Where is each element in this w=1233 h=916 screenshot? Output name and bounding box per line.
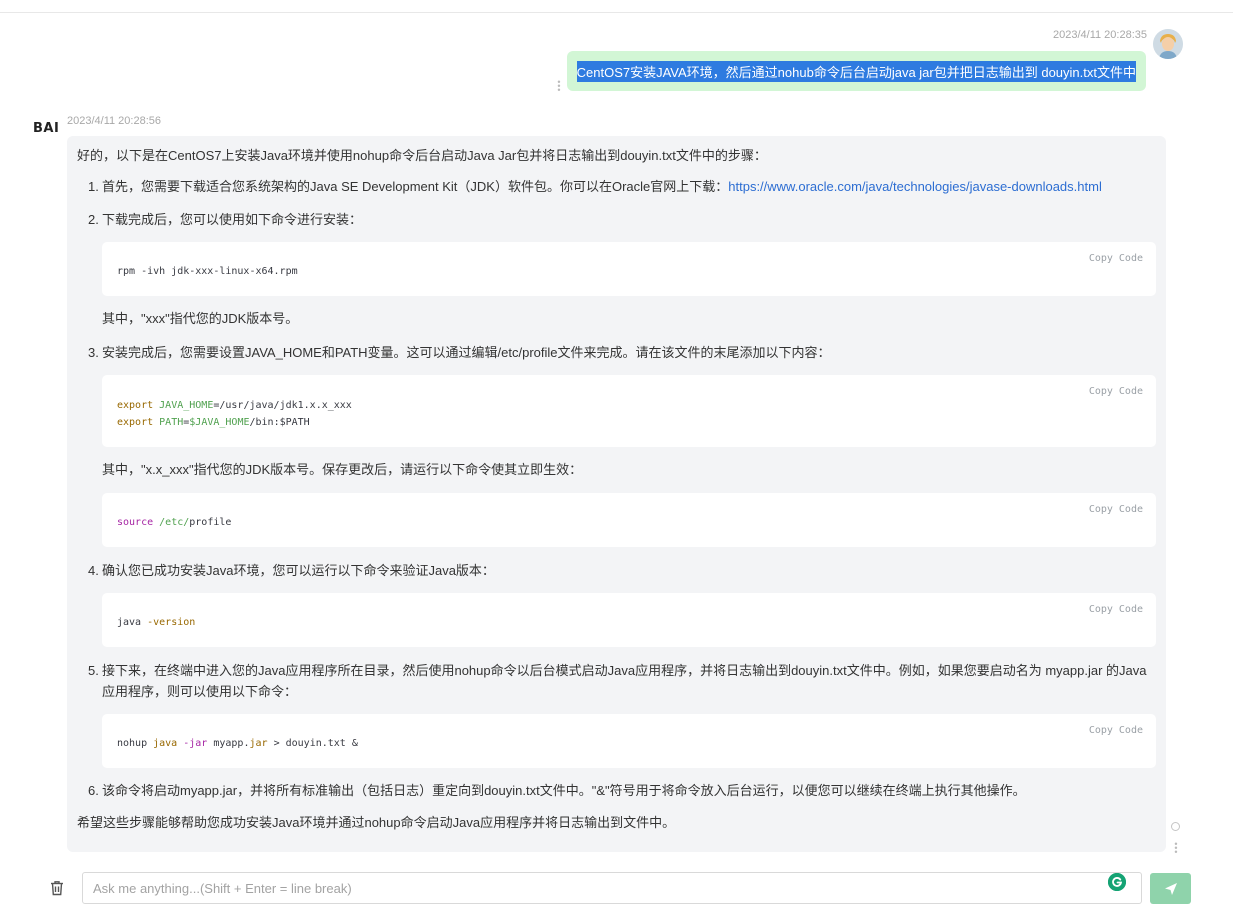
bot-message-time: 2023/4/11 20:28:56 [67, 115, 161, 127]
step-note: 其中，"x.x_xxx"指代您的JDK版本号。保存更改后，请运行以下命令使其立即… [102, 462, 583, 477]
grammarly-icon[interactable] [1108, 873, 1126, 891]
copy-code-button[interactable]: Copy Code [1089, 720, 1143, 741]
bot-message-bubble: 好的，以下是在CentOS7上安装Java环境并使用nohup命令后台启动Jav… [67, 136, 1166, 852]
oracle-download-link[interactable]: https://www.oracle.com/java/technologies… [728, 179, 1102, 194]
send-icon [1164, 882, 1177, 895]
step-text: 首先，您需要下载适合您系统架构的Java SE Development Kit（… [102, 179, 729, 194]
user-avatar-icon [1153, 29, 1183, 59]
code-line: java -version [117, 617, 196, 628]
top-divider [0, 12, 1233, 13]
user-message-more-icon[interactable]: • • • [556, 78, 562, 95]
step-text: 该命令将启动myapp.jar，并将所有标准输出（包括日志）重定向到douyin… [102, 783, 1026, 798]
chat-input-box [82, 872, 1142, 904]
step-3: 3. 安装完成后，您需要设置JAVA_HOME和PATH变量。这可以通过编辑/e… [77, 342, 1156, 547]
bot-logo: BAI [33, 121, 60, 136]
code-block: Copy Code source /etc/profile [102, 493, 1156, 547]
copy-code-button[interactable]: Copy Code [1089, 248, 1143, 269]
copy-code-button[interactable]: Copy Code [1089, 499, 1143, 520]
step-note: 其中，"xxx"指代您的JDK版本号。 [102, 311, 299, 326]
chat-input[interactable] [83, 873, 1103, 903]
code-block: Copy Code java -version [102, 593, 1156, 647]
user-message-bubble: CentOS7安装JAVA环境，然后通过nohub命令后台启动java jar包… [566, 51, 1146, 91]
send-button[interactable] [1150, 873, 1191, 904]
bot-intro-text: 好的，以下是在CentOS7上安装Java环境并使用nohup命令后台启动Jav… [77, 148, 767, 163]
code-block: Copy Code rpm -ivh jdk-xxx-linux-x64.rpm [102, 242, 1156, 296]
step-number: 3. [88, 345, 99, 360]
step-text: 接下来，在终端中进入您的Java应用程序所在目录，然后使用nohup命令以后台模… [102, 663, 1147, 699]
step-4: 4. 确认您已成功安装Java环境，您可以运行以下命令来验证Java版本： Co… [77, 560, 1156, 647]
step-number: 2. [88, 212, 99, 227]
code-block: Copy Code export JAVA_HOME=/usr/java/jdk… [102, 375, 1156, 447]
copy-code-button[interactable]: Copy Code [1089, 381, 1143, 402]
step-number: 1. [88, 179, 99, 194]
code-line: rpm -ivh jdk-xxx-linux-x64.rpm [117, 266, 298, 277]
step-text: 安装完成后，您需要设置JAVA_HOME和PATH变量。这可以通过编辑/etc/… [102, 345, 831, 360]
trash-icon[interactable] [48, 879, 66, 897]
step-number: 5. [88, 663, 99, 678]
step-2: 2. 下载完成后，您可以使用如下命令进行安装： Copy Code rpm -i… [77, 209, 1156, 329]
code-line: export PATH=$JAVA_HOME/bin:$PATH [117, 417, 310, 428]
copy-code-button[interactable]: Copy Code [1089, 599, 1143, 620]
code-line: export JAVA_HOME=/usr/java/jdk1.x.x_xxx [117, 400, 352, 411]
step-number: 6. [88, 783, 99, 798]
step-6: 6. 该命令将启动myapp.jar，并将所有标准输出（包括日志）重定向到dou… [77, 780, 1156, 801]
code-line: source /etc/profile [117, 517, 232, 528]
message-status-icon [1171, 822, 1180, 831]
step-number: 4. [88, 563, 99, 578]
steps-list: 1. 首先，您需要下载适合您系统架构的Java SE Development K… [77, 176, 1156, 801]
bot-ending-text: 希望这些步骤能够帮助您成功安装Java环境并通过nohup命令启动Java应用程… [77, 815, 676, 830]
user-message-text[interactable]: CentOS7安装JAVA环境，然后通过nohub命令后台启动java jar包… [576, 60, 1136, 82]
step-5: 5. 接下来，在终端中进入您的Java应用程序所在目录，然后使用nohup命令以… [77, 660, 1156, 768]
code-line: nohup java -jar myapp.jar > douyin.txt & [117, 738, 358, 749]
step-1: 1. 首先，您需要下载适合您系统架构的Java SE Development K… [77, 176, 1156, 197]
bot-message-more-icon[interactable]: • • • [1173, 840, 1179, 857]
step-text: 确认您已成功安装Java环境，您可以运行以下命令来验证Java版本： [102, 563, 495, 578]
code-block: Copy Code nohup java -jar myapp.jar > do… [102, 714, 1156, 768]
user-message-time: 2023/4/11 20:28:35 [1053, 29, 1147, 41]
step-text: 下载完成后，您可以使用如下命令进行安装： [102, 212, 363, 227]
